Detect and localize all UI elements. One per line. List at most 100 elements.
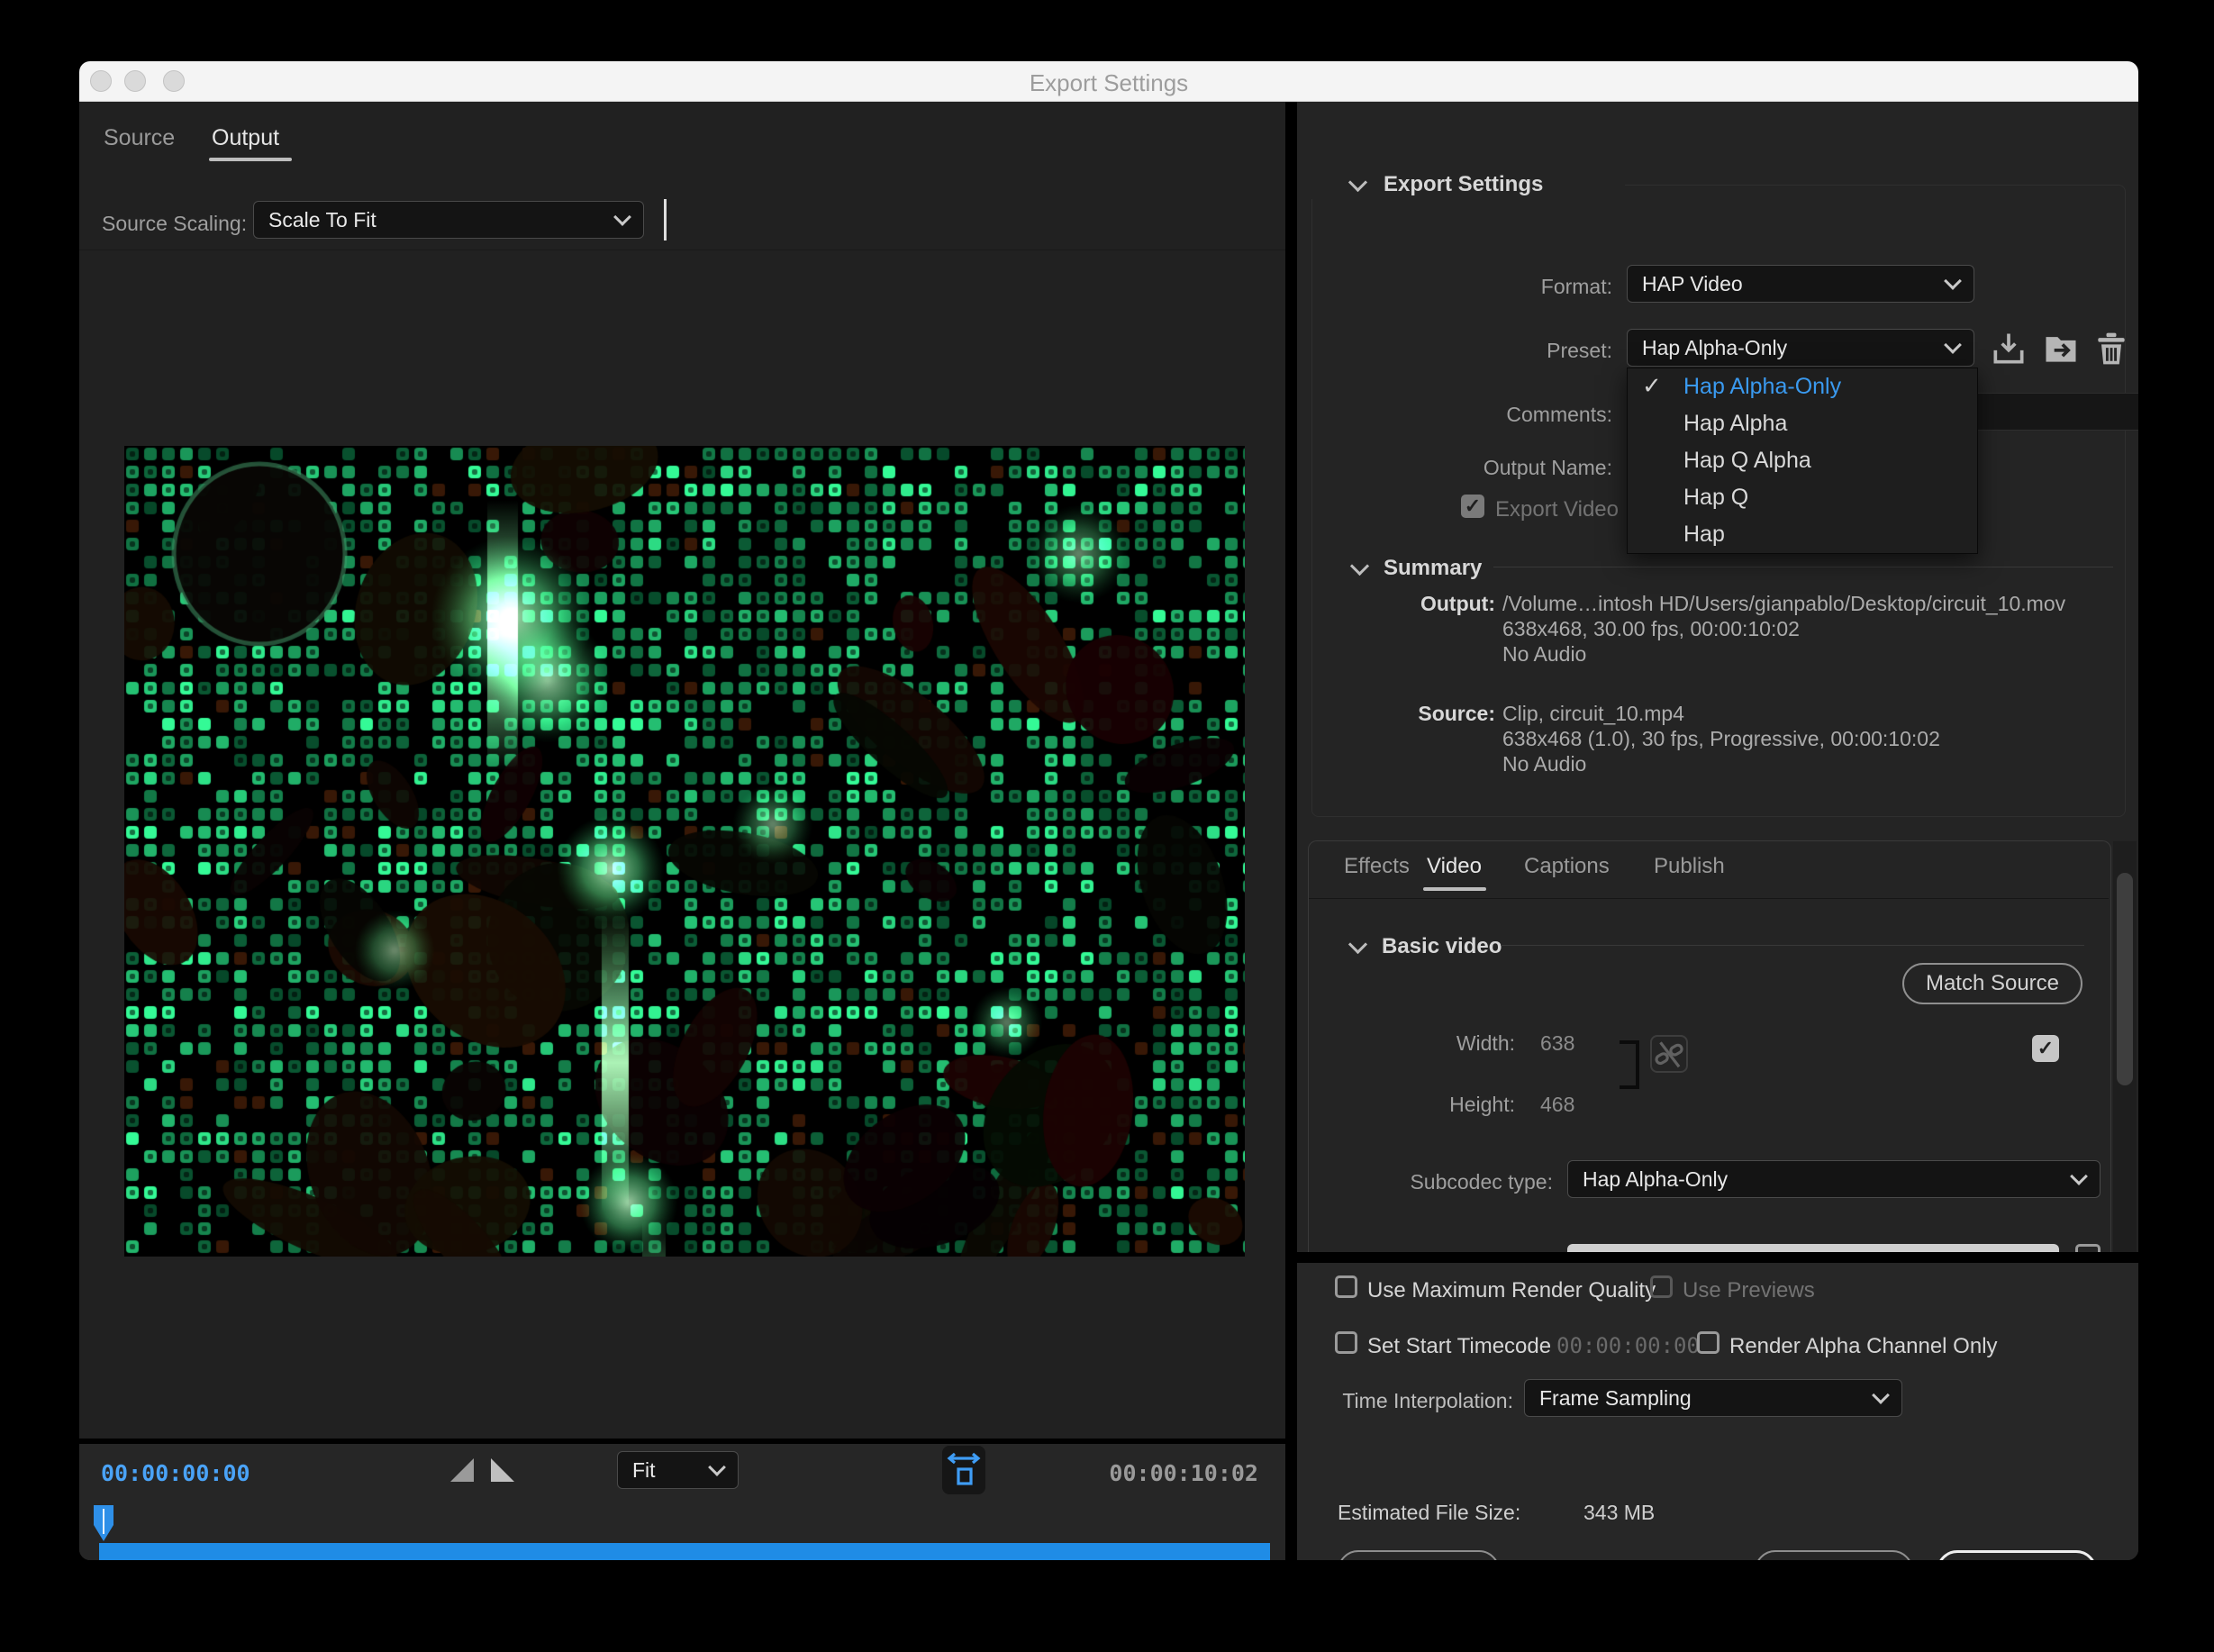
preview-zoom-value: Fit <box>632 1458 711 1483</box>
settings-panel: Export Settings Format: HAP Video Preset… <box>1297 102 2138 1560</box>
set-start-timecode-label: Set Start Timecode <box>1367 1334 1551 1359</box>
height-value[interactable]: 468 <box>1540 1093 1574 1118</box>
import-preset-icon <box>2041 329 2081 368</box>
preset-dropdown-menu: ✓ Hap Alpha-Only Hap Alpha Hap Q Alpha H… <box>1627 368 1978 554</box>
window-title: Export Settings <box>79 69 2138 97</box>
ok-button[interactable]: OK <box>1937 1550 2097 1560</box>
width-value[interactable]: 638 <box>1540 1031 1574 1057</box>
time-interpolation-value: Frame Sampling <box>1539 1386 1874 1411</box>
tab-captions[interactable]: Captions <box>1524 854 1610 879</box>
format-label: Format: <box>1396 275 1612 298</box>
metadata-button[interactable]: Metadata… <box>1338 1550 1500 1560</box>
use-previews-checkbox <box>1650 1275 1673 1298</box>
set-start-timecode-checkbox[interactable] <box>1335 1331 1357 1354</box>
clipped-dropdown[interactable] <box>1567 1244 2059 1252</box>
checkmark-icon: ✓ <box>1465 495 1481 518</box>
tab-source[interactable]: Source <box>104 125 175 151</box>
height-label: Height: <box>1335 1093 1515 1116</box>
text-caret <box>664 199 667 241</box>
export-video-checkbox[interactable]: ✓ <box>1461 495 1484 518</box>
source-scaling-select[interactable]: Scale To Fit <box>253 201 644 239</box>
export-video-label: Export Video <box>1495 497 1619 522</box>
chevron-down-icon <box>1944 336 1962 354</box>
summary-source-format: 638x468 (1.0), 30 fps, Progressive, 00:0… <box>1502 727 1940 752</box>
dimensions-checkbox[interactable]: ✓ <box>2032 1035 2059 1062</box>
tab-video-underline <box>1423 887 1486 891</box>
crop-output-button[interactable] <box>942 1446 985 1494</box>
clipped-checkbox[interactable] <box>2075 1244 2101 1252</box>
basic-video-header-line <box>1501 945 2084 946</box>
divider <box>1297 1252 2138 1263</box>
current-timecode[interactable]: 00:00:00:00 <box>101 1460 250 1486</box>
summary-source-clip: Clip, circuit_10.mp4 <box>1502 702 1684 727</box>
delete-preset-button[interactable] <box>2092 329 2131 368</box>
trash-icon <box>2092 329 2131 368</box>
subcodec-value: Hap Alpha-Only <box>1583 1167 2073 1192</box>
export-settings-window: Export Settings Source Output Source Sca… <box>79 61 2138 1560</box>
format-value: HAP Video <box>1642 272 1946 296</box>
export-settings-header[interactable]: Export Settings <box>1384 172 1557 197</box>
summary-output-audio: No Audio <box>1502 642 1586 667</box>
summary-source-label: Source: <box>1333 702 1495 725</box>
format-select[interactable]: HAP Video <box>1627 265 1974 303</box>
goto-out-point-icon[interactable] <box>491 1458 514 1482</box>
chevron-down-icon <box>2070 1167 2088 1185</box>
use-max-render-quality-label: Use Maximum Render Quality <box>1367 1278 1656 1303</box>
menu-item-hap-alpha[interactable]: Hap Alpha <box>1628 405 1977 442</box>
chevron-down-icon <box>708 1458 726 1476</box>
basic-video-header[interactable]: Basic video <box>1382 934 1502 959</box>
tab-effects[interactable]: Effects <box>1344 854 1410 879</box>
estimated-file-size-value: 343 MB <box>1583 1501 1655 1524</box>
scrollbar-thumb[interactable] <box>2117 873 2133 1085</box>
source-scaling-label: Source Scaling: <box>102 212 247 235</box>
crop-arrows-icon <box>942 1446 985 1494</box>
summary-header[interactable]: Summary <box>1384 556 1482 581</box>
menu-item-label: Hap <box>1683 522 1725 548</box>
menu-item-hap-q[interactable]: Hap Q <box>1628 479 1977 516</box>
menu-item-hap-q-alpha[interactable]: Hap Q Alpha <box>1628 442 1977 479</box>
summary-output-label: Output: <box>1333 592 1495 615</box>
preset-select[interactable]: Hap Alpha-Only <box>1627 329 1974 367</box>
duration-timecode: 00:00:10:02 <box>1109 1460 1258 1486</box>
time-interpolation-label: Time Interpolation: <box>1313 1389 1513 1412</box>
chevron-down-icon <box>1944 272 1962 290</box>
summary-output-path: /Volume…intosh HD/Users/gianpablo/Deskto… <box>1502 592 2065 617</box>
menu-item-hap-alpha-only[interactable]: ✓ Hap Alpha-Only <box>1628 368 1977 405</box>
output-name-label: Output Name: <box>1396 456 1612 479</box>
use-max-render-quality-checkbox[interactable] <box>1335 1275 1357 1298</box>
work-area-bar[interactable] <box>99 1543 1270 1560</box>
chevron-down-icon <box>613 208 631 226</box>
preset-label: Preset: <box>1396 339 1612 362</box>
match-source-button[interactable]: Match Source <box>1902 963 2082 1004</box>
time-interpolation-select[interactable]: Frame Sampling <box>1524 1379 1902 1417</box>
cancel-button[interactable]: Cancel <box>1755 1550 1913 1560</box>
preview-zoom-select[interactable]: Fit <box>617 1451 739 1489</box>
preview-panel: Source Output Source Scaling: Scale To F… <box>79 102 1285 1560</box>
width-label: Width: <box>1335 1031 1515 1055</box>
tab-output[interactable]: Output <box>212 125 279 151</box>
menu-item-label: Hap Alpha-Only <box>1683 374 1841 400</box>
link-dimensions-button[interactable] <box>1650 1035 1688 1073</box>
summary-source-audio: No Audio <box>1502 752 1586 777</box>
tab-video[interactable]: Video <box>1427 854 1482 879</box>
menu-item-label: Hap Alpha <box>1683 411 1787 437</box>
render-alpha-only-checkbox[interactable] <box>1697 1331 1719 1354</box>
tab-publish[interactable]: Publish <box>1654 854 1725 879</box>
cancel-button-label: Cancel <box>1801 1558 1868 1560</box>
checkmark-icon: ✓ <box>1642 372 1662 400</box>
menu-item-hap[interactable]: Hap <box>1628 516 1977 553</box>
menu-item-label: Hap Q <box>1683 485 1748 511</box>
dimensions-bracket <box>1620 1040 1639 1089</box>
subcodec-select[interactable]: Hap Alpha-Only <box>1567 1160 2101 1198</box>
render-alpha-only-label: Render Alpha Channel Only <box>1729 1334 1998 1359</box>
goto-in-point-icon[interactable] <box>450 1458 474 1482</box>
subcodec-label: Subcodec type: <box>1335 1170 1553 1194</box>
save-preset-icon <box>1989 329 2028 368</box>
import-preset-button[interactable] <box>2041 329 2081 368</box>
chevron-down-icon <box>1872 1386 1890 1404</box>
tab-output-underline <box>209 158 292 161</box>
ok-button-label: OK <box>2001 1559 2033 1560</box>
match-source-label: Match Source <box>1926 971 2059 996</box>
save-preset-button[interactable] <box>1989 329 2028 368</box>
use-previews-label: Use Previews <box>1683 1278 1815 1303</box>
